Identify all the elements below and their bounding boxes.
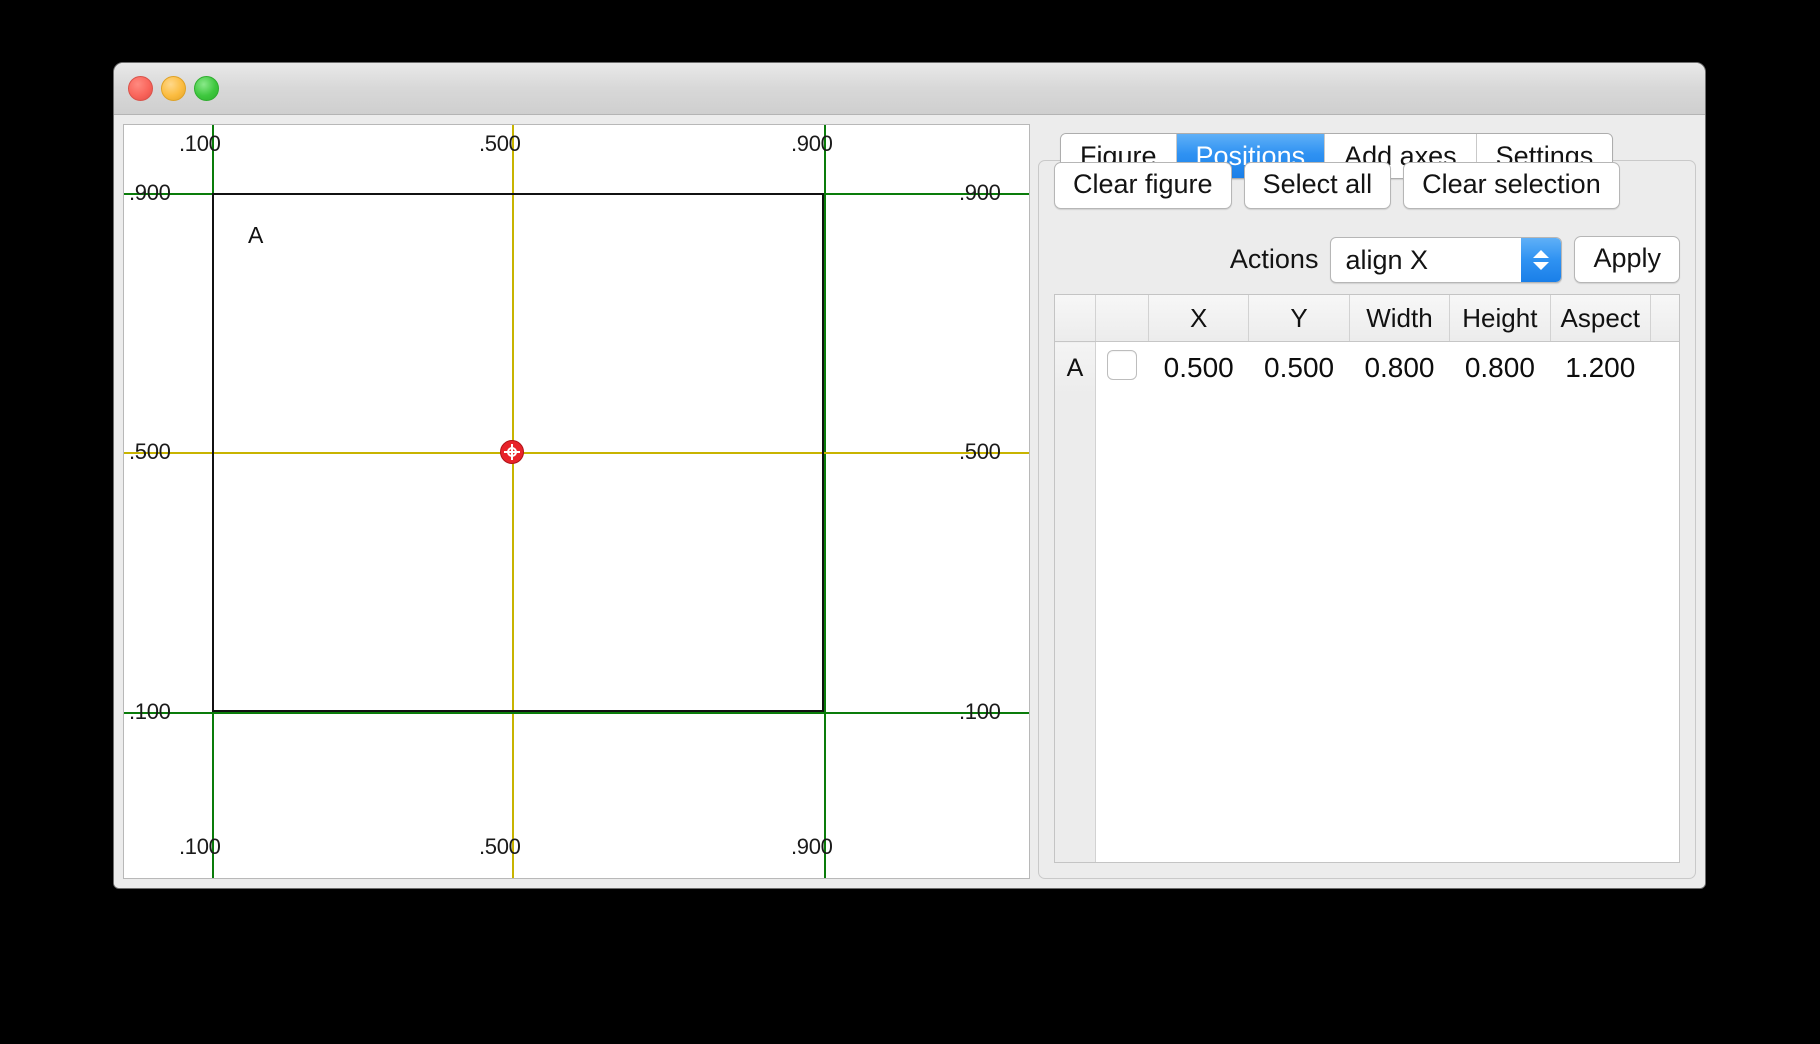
table-cell-pad [1650,341,1679,394]
tick-label-bottom-3: .900 [791,834,833,859]
app-window: A .100 .500 .900 .100 .500 .900 .900 .50… [113,62,1706,889]
table-cell-width[interactable]: 0.800 [1349,341,1450,394]
table-cell-aspect[interactable]: 1.200 [1550,341,1651,394]
table-header-pad [1650,295,1679,342]
table-header-y[interactable]: Y [1248,295,1350,342]
crosshair-ring-icon [507,447,517,457]
chevron-down-icon [1533,261,1550,270]
tick-label-right-1: .900 [959,180,1001,205]
zoom-button-icon[interactable] [194,76,219,101]
positions-table: X Y Width Height Aspect A 0.500 0.500 0.… [1055,295,1679,394]
table-cell-x[interactable]: 0.500 [1148,341,1249,394]
traffic-light-group [128,76,219,101]
actions-label: Actions [1229,244,1319,274]
tick-label-left-3: .100 [129,699,171,724]
positions-table-container[interactable]: X Y Width Height Aspect A 0.500 0.500 0.… [1054,294,1680,863]
table-header-checkbox [1095,295,1149,342]
actions-row: Actions align X Apply [1054,236,1680,283]
actions-select-value: align X [1345,244,1429,275]
control-pane: Figure Positions Add axes Settings Clear… [1038,124,1696,879]
table-header-width[interactable]: Width [1349,295,1451,342]
tick-label-left-1: .900 [129,180,171,205]
figure-canvas[interactable]: A .100 .500 .900 .100 .500 .900 .900 .50… [123,124,1030,879]
tick-label-left-2: .500 [129,439,171,464]
window-body: A .100 .500 .900 .100 .500 .900 .900 .50… [114,115,1705,888]
table-header-row: X Y Width Height Aspect [1055,295,1679,342]
table-header-corner [1055,295,1096,342]
tick-label-top-2: .500 [479,131,521,156]
guide-line-horizontal-100 [124,712,1029,714]
window-titlebar [114,63,1705,115]
table-cell-height[interactable]: 0.800 [1449,341,1551,394]
tick-label-bottom-1: .100 [179,834,221,859]
apply-button[interactable]: Apply [1574,236,1680,283]
row-select-checkbox[interactable] [1107,349,1138,380]
axes-name-label: A [248,222,264,248]
close-button-icon[interactable] [128,76,153,101]
tick-label-bottom-2: .500 [479,834,521,859]
table-row[interactable]: A 0.500 0.500 0.800 0.800 1.200 [1055,341,1679,394]
table-cell-y[interactable]: 0.500 [1248,341,1350,394]
actions-select-stepper[interactable] [1521,237,1562,282]
table-row-name: A [1055,341,1096,394]
button-row: Clear figure Select all Clear selection [1054,162,1620,209]
clear-figure-button[interactable]: Clear figure [1054,162,1232,209]
select-all-button[interactable]: Select all [1243,162,1392,209]
table-header-x[interactable]: X [1148,295,1250,342]
tick-label-right-2: .500 [959,439,1001,464]
guide-line-vertical-900 [824,125,826,878]
tick-label-top-1: .100 [179,131,221,156]
screen: A .100 .500 .900 .100 .500 .900 .900 .50… [0,0,1820,1044]
table-header-aspect[interactable]: Aspect [1550,295,1652,342]
table-header-height[interactable]: Height [1449,295,1551,342]
clear-selection-button[interactable]: Clear selection [1403,162,1620,209]
table-row-gutter [1055,393,1096,862]
center-crosshair-marker[interactable] [500,440,524,464]
minimize-button-icon[interactable] [161,76,186,101]
chevron-up-icon [1533,249,1550,258]
table-row-checkbox-cell[interactable] [1095,341,1149,394]
tick-label-right-3: .100 [959,699,1001,724]
tick-label-top-3: .900 [791,131,833,156]
actions-select[interactable]: align X [1330,236,1563,283]
